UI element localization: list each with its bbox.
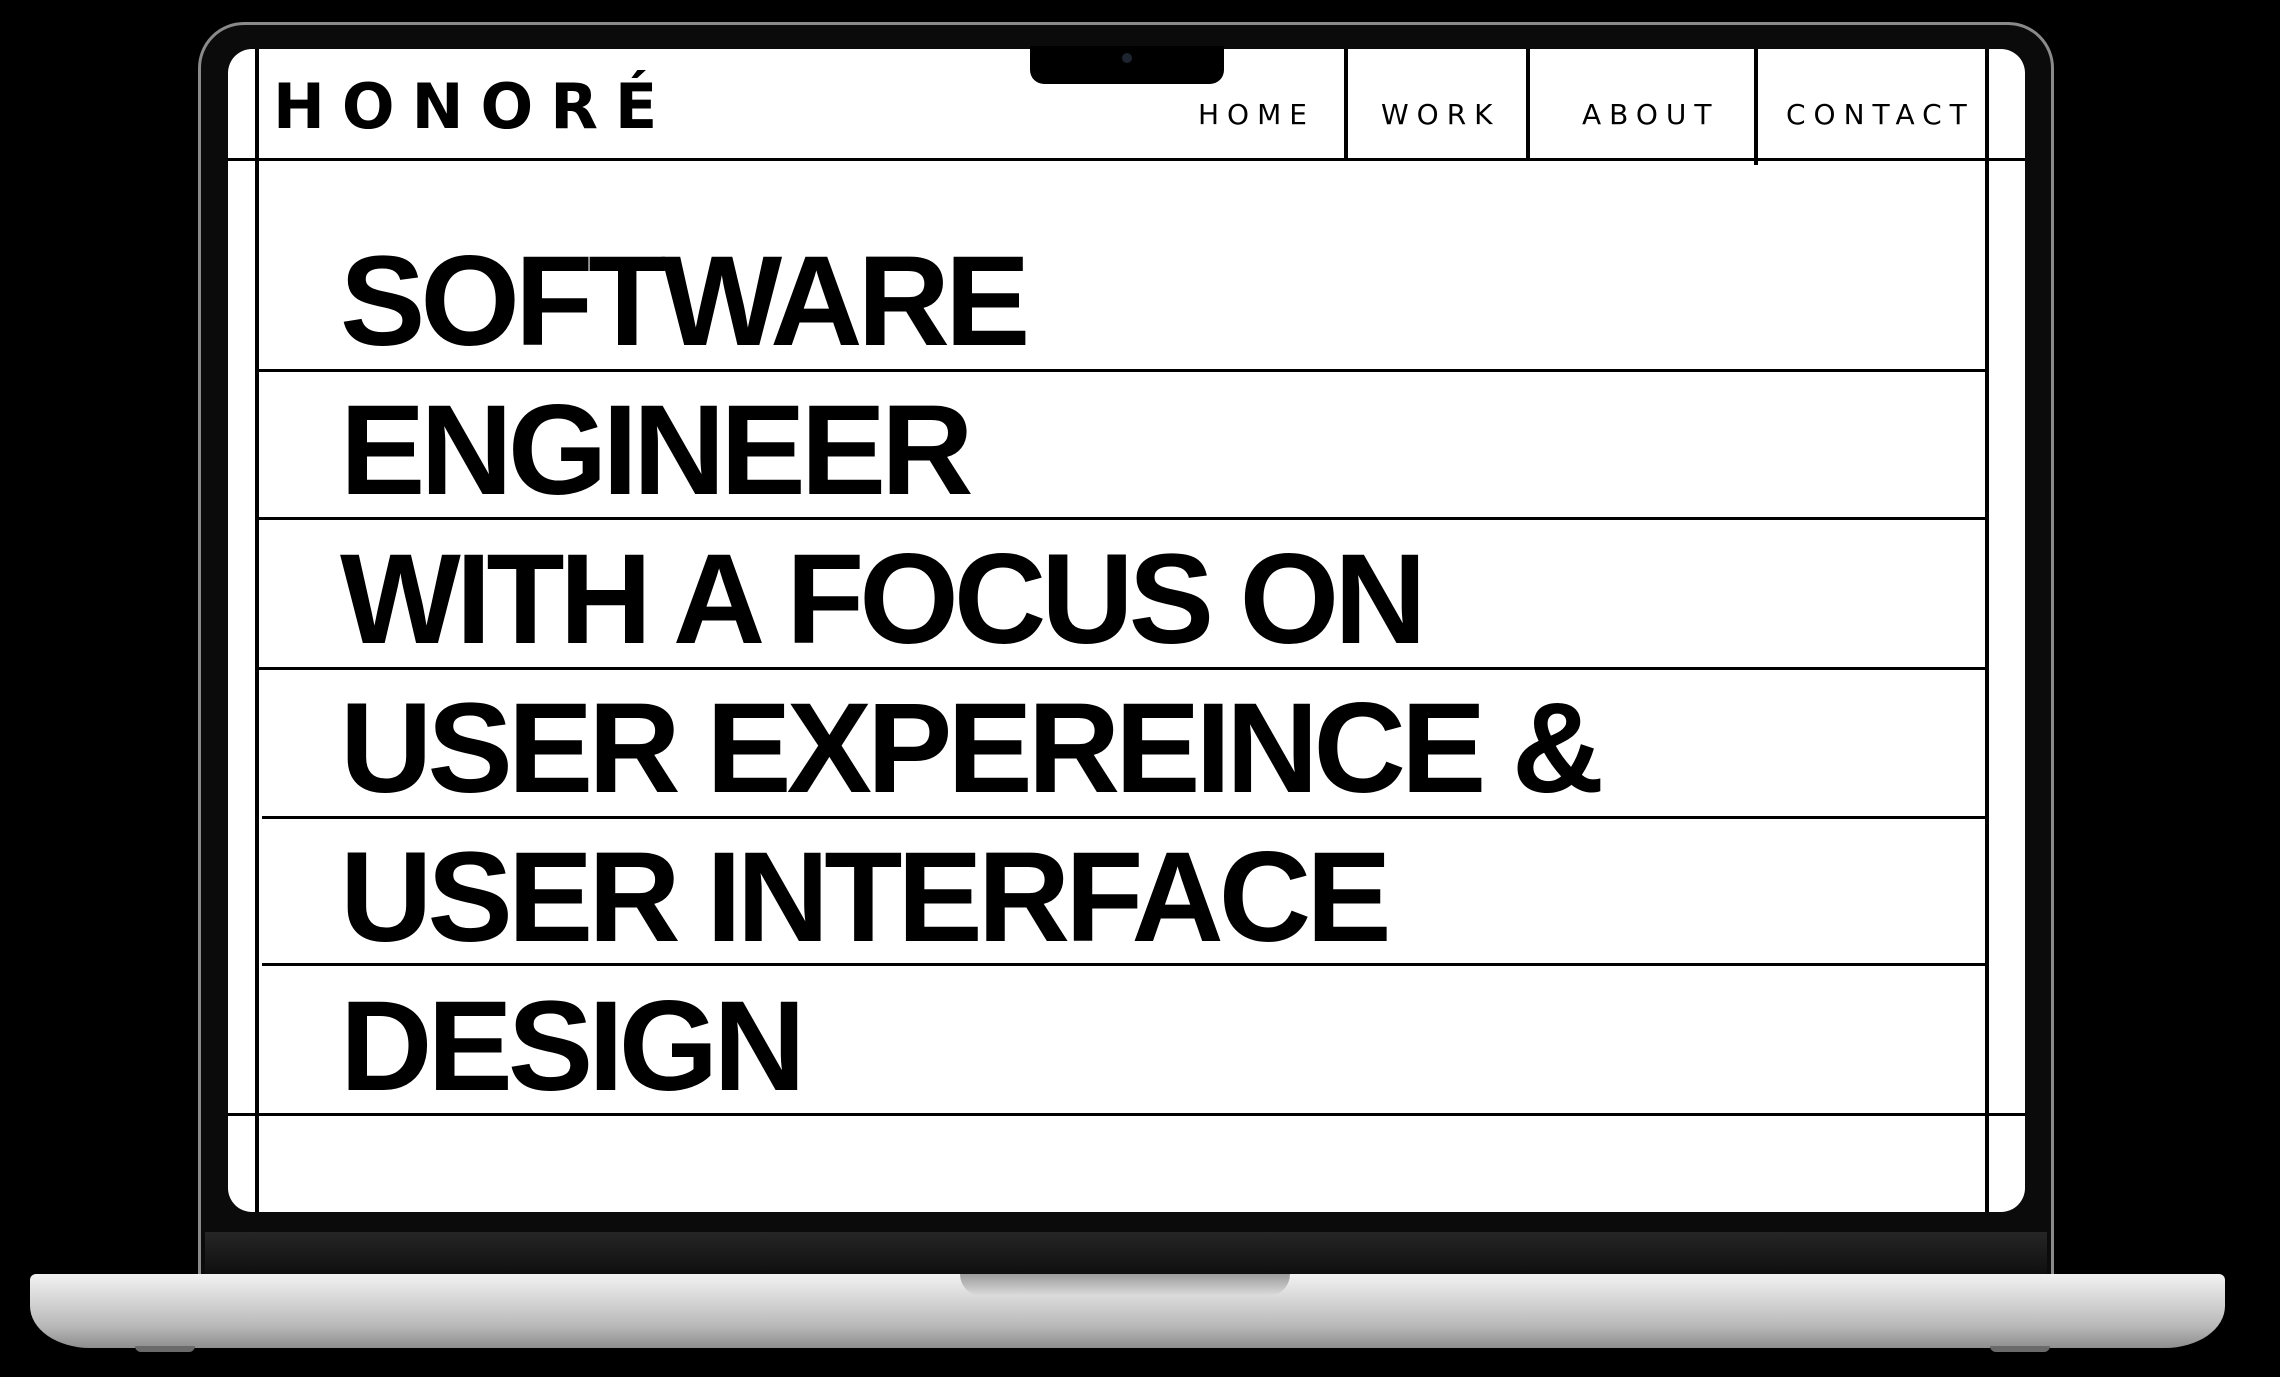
hero-line: USER EXPEREINCE & [340,677,1604,820]
hero-line: USER INTERFACE [340,826,1392,969]
camera-icon [1122,53,1132,63]
nav-divider-3 [1754,49,1758,165]
nav-divider-2 [1526,49,1530,161]
laptop-mockup: HONORÉ HOME WORK ABOUT CONTACT SOFTWARE … [0,0,2280,1377]
hero-line: ENGINEER [340,379,974,522]
grid-line-right [1985,49,1989,1212]
site-logo[interactable]: HONORÉ [273,76,674,138]
hero-headline: SOFTWARE ENGINEER WITH A FOCUS ON USER E… [340,227,1604,1121]
nav-work-link[interactable]: WORK [1381,101,1501,129]
nav-divider-1 [1344,49,1348,161]
hero-line: SOFTWARE [340,230,1030,373]
laptop-foot-right [1990,1346,2050,1352]
header-rule [228,158,2025,161]
laptop-foot-left [135,1346,195,1352]
nav-about-link[interactable]: ABOUT [1582,101,1720,129]
nav-contact-link[interactable]: CONTACT [1786,101,1975,129]
camera-notch [1030,46,1224,84]
laptop-opening-notch [960,1274,1290,1296]
grid-line-left [255,49,259,1212]
hero-line: DESIGN [340,975,806,1118]
laptop-chin [205,1232,2047,1274]
website-screen: HONORÉ HOME WORK ABOUT CONTACT SOFTWARE … [228,49,2025,1212]
hero-line: WITH A FOCUS ON [340,528,1427,671]
nav-home-link[interactable]: HOME [1198,101,1315,129]
